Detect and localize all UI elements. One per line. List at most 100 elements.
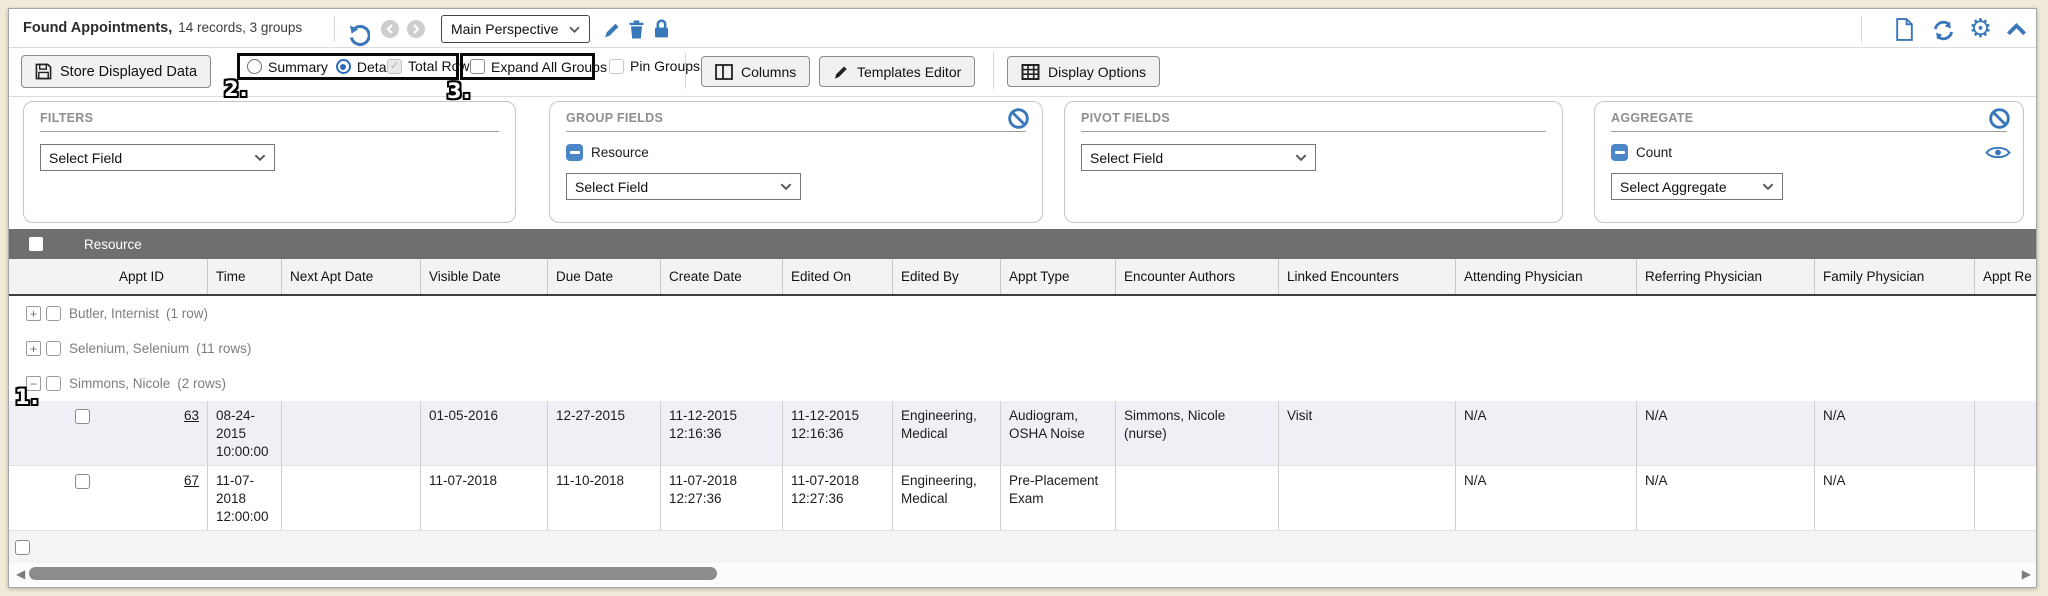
store-displayed-data-button[interactable]: Store Displayed Data [21,55,211,88]
clear-aggregates-icon[interactable] [1988,107,2011,130]
detail-radio[interactable] [336,59,351,74]
display-options-button[interactable]: Display Options [1007,56,1160,87]
column-header-attending_physician[interactable]: Attending Physician [1456,259,1637,294]
group-fields-select-value: Select Field [575,179,648,195]
clear-group-fields-icon[interactable] [1007,107,1030,130]
column-header-time[interactable]: Time [208,259,282,294]
expand-group-icon[interactable]: + [26,306,41,321]
select-all-checkbox[interactable] [29,237,43,251]
cell-appt_type: Audiogram, OSHA Noise [1001,401,1116,465]
group-label: Simmons, Nicole(2 rows) [69,376,226,391]
row-checkbox[interactable] [75,474,90,489]
group-label: Butler, Internist(1 row) [69,306,208,321]
chevron-down-icon [1762,183,1774,190]
save-icon [35,63,52,80]
column-header-linked_encounters[interactable]: Linked Encounters [1279,259,1456,294]
lock-icon [653,18,670,39]
appt-id-link[interactable]: 67 [184,473,199,488]
group-checkbox[interactable] [46,376,61,391]
cell-appt_id: 63 [9,401,208,465]
column-header-appt_type[interactable]: Appt Type [1001,259,1116,294]
cell-family_physician: N/A [1815,466,1975,530]
remove-group-field-icon[interactable] [566,144,583,161]
group-band: Resource [9,229,2037,259]
cell-linked_encounters: Visit [1279,401,1456,465]
aggregate-panel-title: AGGREGATE [1611,111,2007,125]
column-header-create_date[interactable]: Create Date [661,259,783,294]
column-header-next_apt_date[interactable]: Next Apt Date [282,259,421,294]
aggregate-panel: AGGREGATE Count Select Aggregate [1594,101,2024,223]
footer-checkbox[interactable] [15,540,30,555]
divider [1081,131,1546,132]
columns-button[interactable]: Columns [701,56,810,87]
column-header-edited_on[interactable]: Edited On [783,259,893,294]
column-header-edited_by[interactable]: Edited By [893,259,1001,294]
column-header-appt_reason[interactable]: Appt Re [1975,259,2037,294]
found-appointments-window: Found Appointments, 14 records, 3 groups [8,8,2037,588]
remove-aggregate-icon[interactable] [1611,144,1628,161]
gear-icon[interactable]: ⚙ [1967,15,1994,43]
column-header-referring_physician[interactable]: Referring Physician [1637,259,1815,294]
aggregate-chip-count: Count [1611,144,2007,161]
undo-icon[interactable] [346,22,371,47]
expand-group-icon[interactable]: + [26,341,41,356]
display-options-label: Display Options [1048,64,1146,80]
scroll-left-arrow-icon[interactable]: ◀ [16,567,25,581]
cell-encounter_authors: Simmons, Nicole (nurse) [1116,401,1279,465]
chevron-down-icon [780,183,792,190]
table-row: 6711-07-2018 12:00:0011-07-201811-10-201… [9,466,2037,531]
lock-perspective-icon[interactable] [650,17,672,40]
cell-edited_on: 11-07-2018 12:27:36 [783,466,893,530]
group-fields-select[interactable]: Select Field [566,173,801,200]
summary-radio[interactable] [247,59,262,74]
perspective-select[interactable]: Main Perspective [441,15,590,43]
group-fields-panel-title: GROUP FIELDS [566,111,1026,125]
column-header-family_physician[interactable]: Family Physician [1815,259,1975,294]
page: Found Appointments, 14 records, 3 groups [0,0,2048,596]
collapse-group-icon[interactable]: − [26,376,41,391]
expand-all-groups-checkbox[interactable] [470,59,485,74]
new-document-icon[interactable] [1893,17,1915,41]
column-header-appt_id[interactable]: Appt ID [9,259,208,294]
total-row-checkbox[interactable]: ✓ [387,59,402,74]
horizontal-scrollbar[interactable]: ◀ ▶ [9,563,2037,585]
refresh-icon[interactable] [1931,18,1956,42]
prev-perspective-icon[interactable] [381,20,399,38]
summary-radio-label: Summary [268,59,328,75]
grid-footer-row [9,531,2037,565]
table-row: 6308-24-2015 10:00:0001-05-201612-27-201… [9,401,2037,466]
edit-perspective-icon[interactable] [601,19,622,40]
aggregate-select[interactable]: Select Aggregate [1611,173,1783,200]
pin-groups-checkbox[interactable] [609,59,624,74]
grid-header-row: Appt IDTimeNext Apt DateVisible DateDue … [9,259,2037,296]
chevron-down-icon [1295,154,1307,161]
expand-all-groups-label: Expand All Groups [491,59,607,75]
page-title-text: Found Appointments, [23,20,172,36]
total-row-control: ✓ Total Row [387,58,469,74]
column-header-due_date[interactable]: Due Date [548,259,661,294]
cell-next_apt_date [282,401,421,465]
column-header-visible_date[interactable]: Visible Date [421,259,548,294]
divider [993,53,994,89]
filters-field-select[interactable]: Select Field [40,144,275,171]
cell-encounter_authors [1116,466,1279,530]
columns-label: Columns [741,64,796,80]
scrollbar-thumb[interactable] [29,567,717,580]
pivot-fields-select[interactable]: Select Field [1081,144,1316,171]
group-checkbox[interactable] [46,341,61,356]
collapse-panel-icon[interactable] [2005,21,2028,37]
appointments-grid: Resource Appt IDTimeNext Apt DateVisible… [9,229,2037,565]
column-header-encounter_authors[interactable]: Encounter Authors [1116,259,1279,294]
scroll-right-arrow-icon[interactable]: ▶ [2022,567,2031,581]
cell-due_date: 12-27-2015 [548,401,661,465]
group-checkbox[interactable] [46,306,61,321]
delete-perspective-icon[interactable] [626,18,647,40]
templates-editor-button[interactable]: Templates Editor [819,56,975,87]
chevron-right-icon [412,24,420,34]
toggle-visibility-eye-icon[interactable] [1985,144,2011,161]
cell-time: 08-24-2015 10:00:00 [208,401,282,465]
appt-id-link[interactable]: 63 [184,408,199,423]
next-perspective-icon[interactable] [407,20,425,38]
divider [1861,16,1862,42]
row-checkbox[interactable] [75,409,90,424]
